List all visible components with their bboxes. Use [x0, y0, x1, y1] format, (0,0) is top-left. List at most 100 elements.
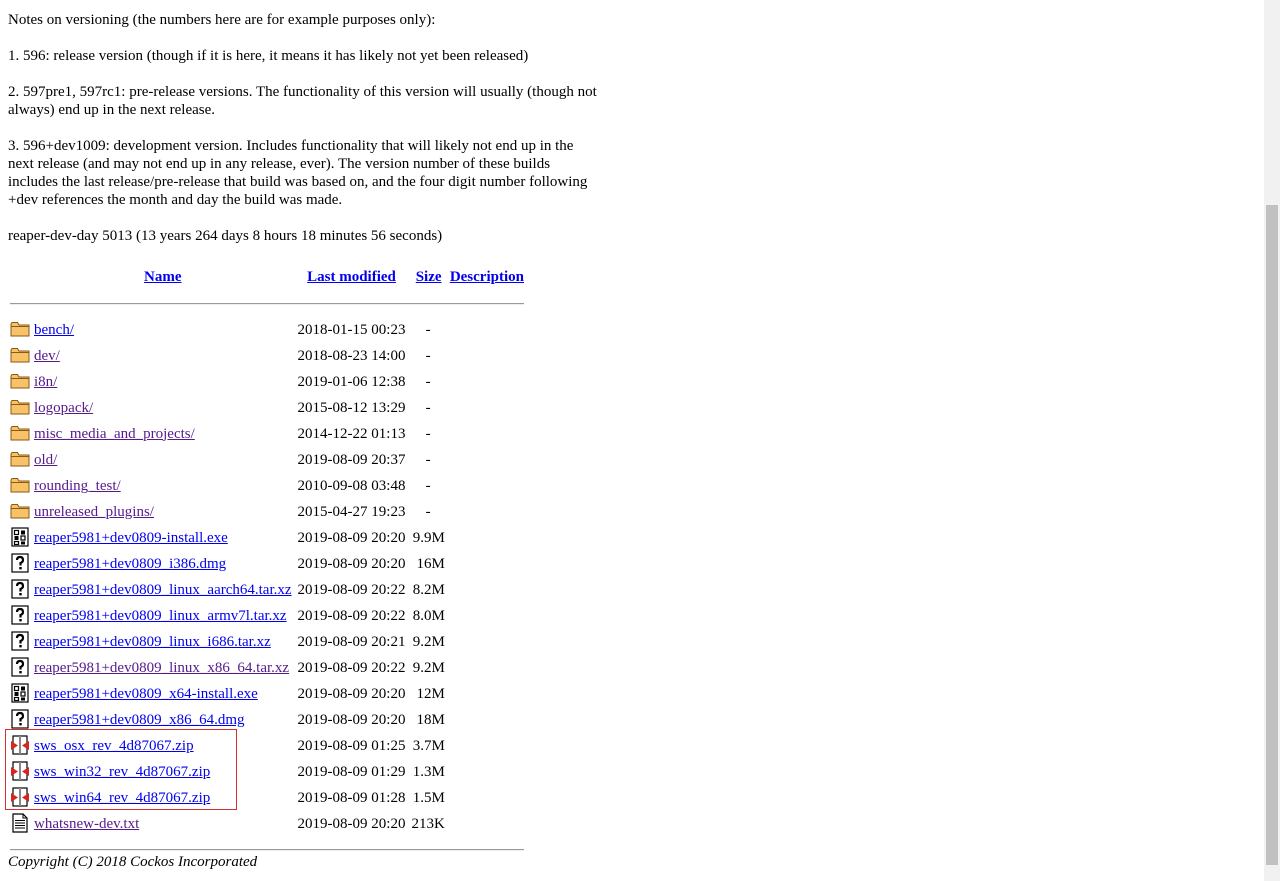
table-row: logopack/2015-08-12 13:29 -: [8, 395, 526, 421]
folder-icon: [10, 319, 30, 339]
file-link[interactable]: unreleased_plugins/: [34, 504, 154, 520]
folder-icon: [10, 449, 30, 469]
binary-file-icon: [10, 527, 30, 547]
last-modified-cell: 2019-08-09 01:28: [297, 789, 406, 806]
name-cell: reaper5981+dev0809_linux_x86_64.tar.xz: [32, 655, 294, 681]
last-modified-cell: 2010-09-08 03:48: [297, 477, 406, 494]
description-cell: [448, 343, 526, 369]
folder-icon: [10, 397, 30, 417]
size-cell: 3.7M: [412, 737, 445, 754]
icon-cell: [8, 759, 32, 785]
size-cell: -: [425, 399, 431, 416]
icon-cell: [8, 317, 32, 343]
icon-cell: [8, 499, 32, 525]
name-cell: sws_osx_rev_4d87067.zip: [32, 733, 294, 759]
compressed-file-icon: [10, 787, 30, 807]
table-row: old/2019-08-09 20:37 -: [8, 447, 526, 473]
name-cell: sws_win32_rev_4d87067.zip: [32, 759, 294, 785]
file-link[interactable]: reaper5981+dev0809_linux_aarch64.tar.xz: [34, 582, 292, 598]
size-cell: 8.0M: [412, 607, 445, 624]
last-modified-cell: 2019-01-06 12:38: [297, 373, 406, 390]
description-cell: [448, 759, 526, 785]
file-link[interactable]: dev/: [34, 348, 60, 364]
icon-cell: [8, 369, 32, 395]
folder-icon: [10, 371, 30, 391]
description-cell: [448, 603, 526, 629]
table-row: reaper5981+dev0809_i386.dmg 2019-08-09 20…: [8, 551, 526, 577]
last-modified-cell: 2019-08-09 20:20: [297, 815, 406, 832]
size-cell: -: [425, 451, 431, 468]
compressed-file-icon: [10, 761, 30, 781]
horizontal-rule: [10, 303, 524, 305]
sort-by-last-modified-link[interactable]: Last modified: [307, 269, 396, 285]
name-cell: reaper5981+dev0809_linux_armv7l.tar.xz: [32, 603, 294, 629]
versioning-notes-header: Notes on versioning (the numbers here ar…: [8, 12, 436, 28]
size-cell: 12M: [416, 685, 445, 702]
icon-cell: [8, 525, 32, 551]
sort-by-size-link[interactable]: Size: [416, 269, 442, 285]
unknown-file-icon: [10, 657, 30, 677]
name-cell: dev/: [32, 343, 294, 369]
folder-icon: [10, 501, 30, 521]
last-modified-column-header: Last modified: [294, 264, 410, 291]
icon-cell: [8, 707, 32, 733]
table-row: reaper5981+dev0809_linux_aarch64.tar.xz 2…: [8, 577, 526, 603]
last-modified-cell: 2015-04-27 19:23: [297, 503, 406, 520]
last-modified-cell: 2019-08-09 20:37: [297, 451, 406, 468]
table-row: reaper5981+dev0809_x64-install.exe 2019-0…: [8, 681, 526, 707]
folder-icon: [10, 475, 30, 495]
table-row: whatsnew-dev.txt 2019-08-09 20:20 213K: [8, 811, 526, 837]
file-link[interactable]: sws_osx_rev_4d87067.zip: [34, 738, 194, 754]
description-cell: [448, 577, 526, 603]
name-cell: unreleased_plugins/: [32, 499, 294, 525]
size-cell: -: [425, 477, 431, 494]
file-link[interactable]: rounding_test/: [34, 478, 121, 494]
sort-by-name-link[interactable]: Name: [144, 269, 182, 285]
icon-cell: [8, 603, 32, 629]
size-cell: 1.3M: [412, 763, 445, 780]
description-cell: [448, 499, 526, 525]
icon-cell: [8, 551, 32, 577]
table-row: unreleased_plugins/2015-04-27 19:23 -: [8, 499, 526, 525]
sort-by-description-link[interactable]: Description: [450, 269, 524, 285]
unknown-file-icon: [10, 709, 30, 729]
size-cell: -: [425, 503, 431, 520]
last-modified-cell: 2014-12-22 01:13: [297, 425, 406, 442]
file-link[interactable]: sws_win64_rev_4d87067.zip: [34, 790, 210, 806]
size-cell: -: [425, 347, 431, 364]
file-link[interactable]: logopack/: [34, 400, 93, 416]
size-cell: 9.2M: [412, 659, 445, 676]
file-link[interactable]: reaper5981+dev0809_linux_i686.tar.xz: [34, 634, 271, 650]
name-cell: bench/: [32, 317, 294, 343]
icon-cell: [8, 785, 32, 811]
file-link[interactable]: sws_win32_rev_4d87067.zip: [34, 764, 210, 780]
file-link[interactable]: reaper5981+dev0809-install.exe: [34, 530, 228, 546]
file-link[interactable]: reaper5981+dev0809_x64-install.exe: [34, 686, 258, 702]
file-link[interactable]: old/: [34, 452, 57, 468]
size-cell: 1.5M: [412, 789, 445, 806]
vertical-scrollbar[interactable]: [1264, 0, 1280, 881]
file-link[interactable]: reaper5981+dev0809_linux_x86_64.tar.xz: [34, 660, 289, 676]
last-modified-cell: 2019-08-09 20:21: [297, 633, 406, 650]
table-row: dev/2018-08-23 14:00 -: [8, 343, 526, 369]
file-link[interactable]: bench/: [34, 322, 74, 338]
name-cell: logopack/: [32, 395, 294, 421]
icon-cell: [8, 655, 32, 681]
icon-column-header: [8, 264, 32, 291]
file-link[interactable]: reaper5981+dev0809_linux_armv7l.tar.xz: [34, 608, 287, 624]
size-cell: 16M: [416, 555, 445, 572]
table-row: reaper5981+dev0809_linux_x86_64.tar.xz 20…: [8, 655, 526, 681]
file-link[interactable]: reaper5981+dev0809_x86_64.dmg: [34, 712, 245, 728]
file-link[interactable]: reaper5981+dev0809_i386.dmg: [34, 556, 226, 572]
file-link[interactable]: whatsnew-dev.txt: [34, 816, 139, 832]
binary-file-icon: [10, 683, 30, 703]
file-link[interactable]: misc_media_and_projects/: [34, 426, 195, 442]
table-row: reaper5981+dev0809_linux_armv7l.tar.xz 20…: [8, 603, 526, 629]
file-link[interactable]: i8n/: [34, 374, 57, 390]
table-row: reaper5981+dev0809-install.exe 2019-08-09…: [8, 525, 526, 551]
name-cell: i8n/: [32, 369, 294, 395]
icon-cell: [8, 447, 32, 473]
scrollbar-thumb[interactable]: [1266, 205, 1278, 865]
dev-day-status: reaper-dev-day 5013 (13 years 264 days 8…: [8, 228, 443, 244]
versioning-note-3: 3. 596+dev1009: development version. Inc…: [8, 138, 588, 208]
